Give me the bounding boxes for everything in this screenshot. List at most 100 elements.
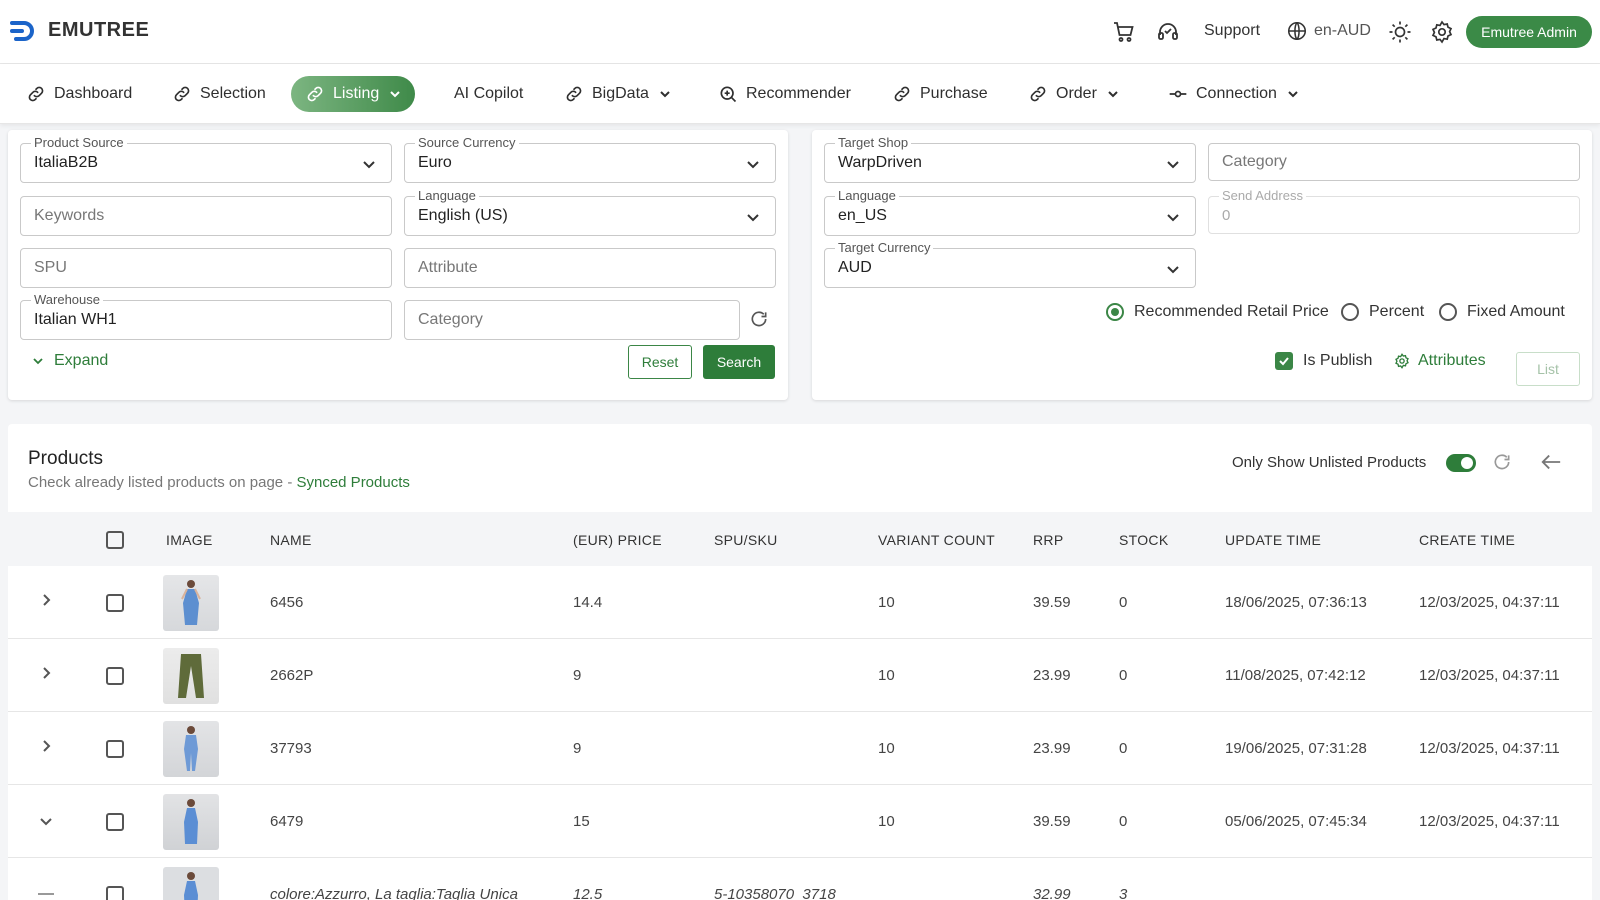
link-icon: [174, 86, 190, 102]
is-publish-checkbox[interactable]: Is Publish: [1275, 352, 1372, 370]
update-time: 11/08/2025, 07:42:12: [1225, 667, 1366, 684]
nav-ai-copilot[interactable]: AI Copilot: [440, 76, 537, 112]
source-currency-select[interactable]: Source Currency Euro: [404, 136, 776, 183]
chevron-down-icon: [363, 161, 375, 169]
product-source-select[interactable]: Product Source ItaliaB2B: [20, 136, 392, 183]
update-time: 18/06/2025, 07:36:13: [1225, 594, 1367, 611]
product-name: 37793: [270, 740, 312, 757]
target-category-input[interactable]: Category: [1208, 143, 1580, 181]
table-header: IMAGE NAME (EUR) PRICE SPU/SKU VARIANT C…: [8, 512, 1592, 566]
product-image[interactable]: [163, 794, 219, 850]
variant-row[interactable]: colore:Azzurro, La taglia:Taglia Unica 1…: [8, 858, 1592, 900]
support-link[interactable]: Support: [1204, 22, 1260, 40]
table-row[interactable]: 6456 14.4 10 39.59 0 18/06/2025, 07:36:1…: [8, 566, 1592, 639]
nav-order[interactable]: Order: [1014, 76, 1135, 112]
row-checkbox[interactable]: [106, 667, 124, 685]
radio-label: Recommended Retail Price: [1134, 303, 1329, 320]
chevron-right-icon[interactable]: [38, 738, 54, 754]
category-input[interactable]: Category: [404, 300, 740, 340]
radio-recommended-retail-price[interactable]: Recommended Retail Price: [1106, 303, 1329, 321]
logo-icon: [10, 20, 34, 41]
theme-sun-icon[interactable]: [1388, 20, 1412, 44]
product-image[interactable]: [163, 648, 219, 704]
field-value: AUD: [838, 259, 872, 276]
keywords-input[interactable]: Keywords: [20, 196, 392, 236]
target-shop-select[interactable]: Target Shop WarpDriven: [824, 136, 1196, 183]
nav-listing[interactable]: Listing: [291, 76, 416, 112]
variant-rrp: 32.99: [1033, 886, 1071, 900]
warehouse-input[interactable]: Warehouse Italian WH1: [20, 293, 392, 340]
product-stock: 0: [1119, 813, 1128, 830]
table-row[interactable]: 2662P 9 10 23.99 0 11/08/2025, 07:42:12 …: [8, 639, 1592, 712]
column-header: CREATE TIME: [1419, 532, 1516, 548]
connection-icon: [1169, 90, 1187, 98]
spu-input[interactable]: SPU: [20, 248, 392, 288]
only-unlisted-toggle[interactable]: [1446, 454, 1476, 472]
product-rrp: 23.99: [1033, 667, 1071, 684]
chevron-down-icon: [1288, 91, 1298, 98]
product-name: 6456: [270, 594, 304, 611]
cart-icon[interactable]: [1112, 20, 1136, 44]
field-label: Send Address: [1219, 189, 1306, 203]
table-row[interactable]: 37793 9 10 23.99 0 19/06/2025, 07:31:28 …: [8, 712, 1592, 785]
product-image[interactable]: [163, 867, 219, 900]
link-icon: [1030, 86, 1046, 102]
search-button[interactable]: Search: [703, 345, 775, 379]
product-stock: 0: [1119, 740, 1128, 757]
target-language-select[interactable]: Language en_US: [824, 189, 1196, 236]
chevron-down-icon: [33, 358, 43, 365]
table-row[interactable]: 6479 15 10 39.59 0 05/06/2025, 07:45:34 …: [8, 785, 1592, 858]
row-checkbox[interactable]: [106, 813, 124, 831]
chevron-right-icon[interactable]: [38, 592, 54, 608]
nav-bigdata[interactable]: BigData: [550, 76, 687, 112]
product-stock: 0: [1119, 667, 1128, 684]
radio-fixed-amount[interactable]: Fixed Amount: [1439, 303, 1565, 321]
refresh-icon[interactable]: [1492, 452, 1512, 472]
radio-circle: [1341, 303, 1359, 321]
search-icon: [720, 86, 737, 103]
products-subtitle: Check already listed products on page - …: [28, 474, 410, 491]
locale-selector[interactable]: en-AUD: [1286, 20, 1371, 42]
nav-recommender[interactable]: Recommender: [704, 76, 865, 112]
attributes-button[interactable]: Attributes: [1394, 352, 1486, 370]
nav-label: Purchase: [920, 85, 988, 102]
field-placeholder: Category: [1222, 153, 1287, 170]
refresh-icon[interactable]: [749, 309, 769, 329]
headset-icon[interactable]: [1156, 20, 1180, 44]
language-select[interactable]: Language English (US): [404, 189, 776, 236]
settings-gear-icon[interactable]: [1430, 20, 1454, 44]
create-time: 12/03/2025, 04:37:11: [1419, 740, 1560, 757]
nav-label: AI Copilot: [454, 85, 524, 102]
product-image[interactable]: [163, 721, 219, 777]
nav-dashboard[interactable]: Dashboard: [12, 76, 146, 112]
reset-button[interactable]: Reset: [628, 345, 692, 379]
radio-percent[interactable]: Percent: [1341, 303, 1424, 321]
nav-connection[interactable]: Connection: [1154, 76, 1315, 112]
user-menu-button[interactable]: Emutree Admin: [1466, 16, 1592, 48]
chevron-down-icon: [390, 91, 400, 98]
row-checkbox[interactable]: [106, 886, 124, 900]
row-checkbox[interactable]: [106, 740, 124, 758]
target-currency-select[interactable]: Target Currency AUD: [824, 241, 1196, 288]
product-price: 9: [573, 740, 582, 757]
field-label: Language: [835, 189, 899, 203]
field-label: Source Currency: [415, 136, 519, 150]
chevron-down-icon: [1167, 266, 1179, 274]
expand-toggle[interactable]: Expand: [32, 352, 108, 370]
nav-purchase[interactable]: Purchase: [878, 76, 1002, 112]
chevron-down-icon[interactable]: [38, 813, 54, 829]
arrow-left-icon[interactable]: [1540, 452, 1562, 472]
radio-circle: [1439, 303, 1457, 321]
product-image[interactable]: [163, 575, 219, 631]
select-all-checkbox[interactable]: [106, 531, 124, 549]
nav-selection[interactable]: Selection: [158, 76, 280, 112]
synced-products-link[interactable]: Synced Products: [296, 474, 409, 491]
list-button[interactable]: List: [1516, 352, 1580, 386]
product-price: 15: [573, 813, 590, 830]
variant-count: 10: [878, 813, 895, 830]
chevron-right-icon[interactable]: [38, 665, 54, 681]
column-header: IMAGE: [166, 532, 213, 548]
attribute-input[interactable]: Attribute: [404, 248, 776, 288]
row-checkbox[interactable]: [106, 594, 124, 612]
brand-logo[interactable]: EMUTREE: [10, 19, 149, 42]
